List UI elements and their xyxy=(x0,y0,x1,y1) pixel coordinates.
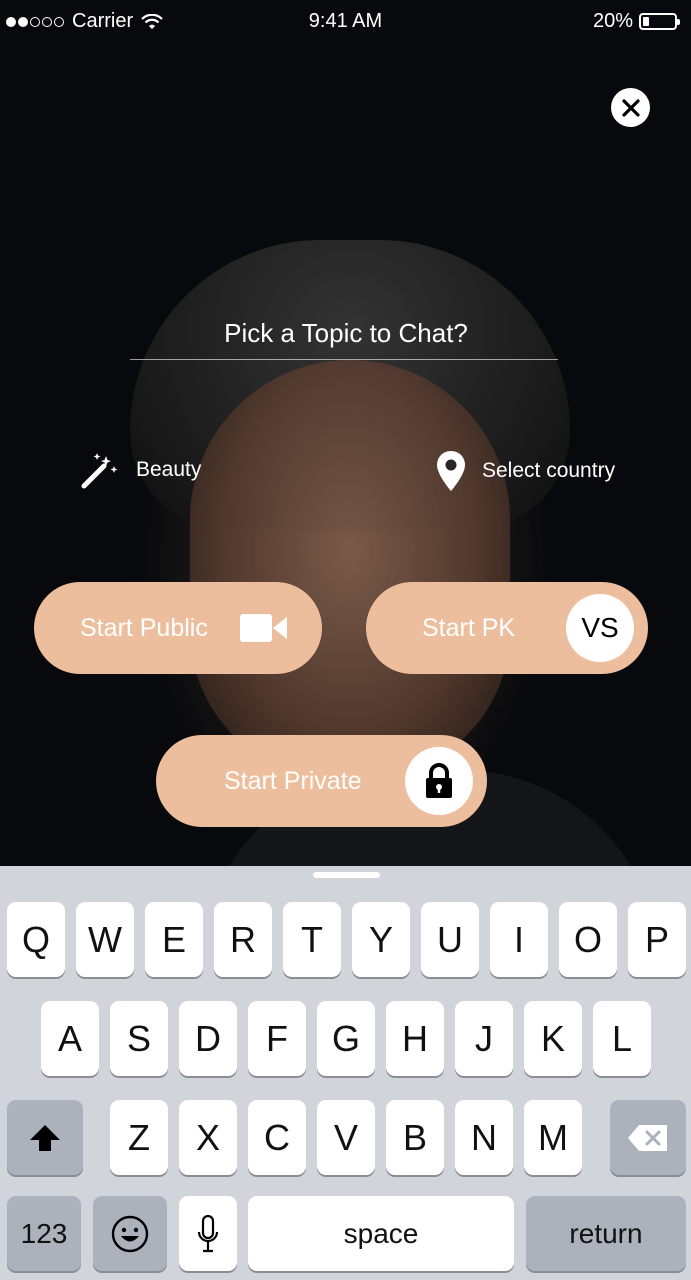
microphone-icon xyxy=(197,1214,219,1252)
vs-badge: VS xyxy=(566,594,634,662)
microphone-key[interactable] xyxy=(179,1196,237,1271)
key-v[interactable]: V xyxy=(317,1100,375,1175)
lock-icon xyxy=(426,763,452,798)
space-key[interactable]: space xyxy=(248,1196,514,1271)
video-camera-icon xyxy=(240,614,287,642)
close-button[interactable] xyxy=(611,88,650,127)
start-public-button[interactable]: Start Public xyxy=(34,582,322,674)
key-g[interactable]: G xyxy=(317,1001,375,1076)
key-z[interactable]: Z xyxy=(110,1100,168,1175)
shift-key[interactable] xyxy=(7,1100,83,1175)
numbers-key[interactable]: 123 xyxy=(7,1196,81,1271)
battery-percent: 20% xyxy=(592,10,633,32)
key-u[interactable]: U xyxy=(421,902,479,977)
return-key[interactable]: return xyxy=(526,1196,686,1271)
topic-input[interactable] xyxy=(130,305,562,361)
key-e[interactable]: E xyxy=(145,902,203,977)
magic-wand-icon xyxy=(81,453,118,489)
key-k[interactable]: K xyxy=(524,1001,582,1076)
keyboard: Q W E R T Y U I O P A S D F G H J K L Z … xyxy=(0,866,691,1280)
status-bar: Carrier 9:41 AM 20% xyxy=(0,0,691,44)
key-i[interactable]: I xyxy=(490,902,548,977)
key-l[interactable]: L xyxy=(593,1001,651,1076)
key-b[interactable]: B xyxy=(386,1100,444,1175)
key-w[interactable]: W xyxy=(76,902,134,977)
key-o[interactable]: O xyxy=(559,902,617,977)
key-c[interactable]: C xyxy=(248,1100,306,1175)
key-m[interactable]: M xyxy=(524,1100,582,1175)
clock: 9:41 AM xyxy=(308,10,383,32)
key-n[interactable]: N xyxy=(455,1100,513,1175)
start-pk-button[interactable]: Start PK VS xyxy=(366,582,648,674)
select-country-label: Select country xyxy=(482,459,616,482)
key-t[interactable]: T xyxy=(283,902,341,977)
emoji-icon xyxy=(111,1215,149,1252)
select-country-option[interactable]: Select country xyxy=(436,450,615,492)
battery-icon xyxy=(639,13,680,30)
key-j[interactable]: J xyxy=(455,1001,513,1076)
start-private-button[interactable]: Start Private xyxy=(156,735,487,827)
beauty-option[interactable]: Beauty xyxy=(80,450,201,490)
backspace-key[interactable] xyxy=(610,1100,686,1175)
key-d[interactable]: D xyxy=(179,1001,237,1076)
key-h[interactable]: H xyxy=(386,1001,444,1076)
shift-arrow-icon xyxy=(30,1124,60,1151)
start-pk-label: Start PK xyxy=(422,613,516,642)
key-s[interactable]: S xyxy=(110,1001,168,1076)
key-r[interactable]: R xyxy=(214,902,272,977)
key-x[interactable]: X xyxy=(179,1100,237,1175)
key-f[interactable]: F xyxy=(248,1001,306,1076)
key-p[interactable]: P xyxy=(628,902,686,977)
emoji-key[interactable] xyxy=(93,1196,167,1271)
location-pin-icon xyxy=(437,451,465,491)
topic-field[interactable] xyxy=(130,305,562,361)
key-q[interactable]: Q xyxy=(7,902,65,977)
start-private-label: Start Private xyxy=(224,766,362,795)
start-public-label: Start Public xyxy=(80,613,208,642)
beauty-label: Beauty xyxy=(136,458,202,481)
backspace-icon xyxy=(628,1124,667,1151)
key-a[interactable]: A xyxy=(41,1001,99,1076)
keyboard-drag-handle[interactable] xyxy=(313,872,380,878)
lock-badge xyxy=(405,747,473,815)
key-y[interactable]: Y xyxy=(352,902,410,977)
close-icon xyxy=(621,98,640,117)
